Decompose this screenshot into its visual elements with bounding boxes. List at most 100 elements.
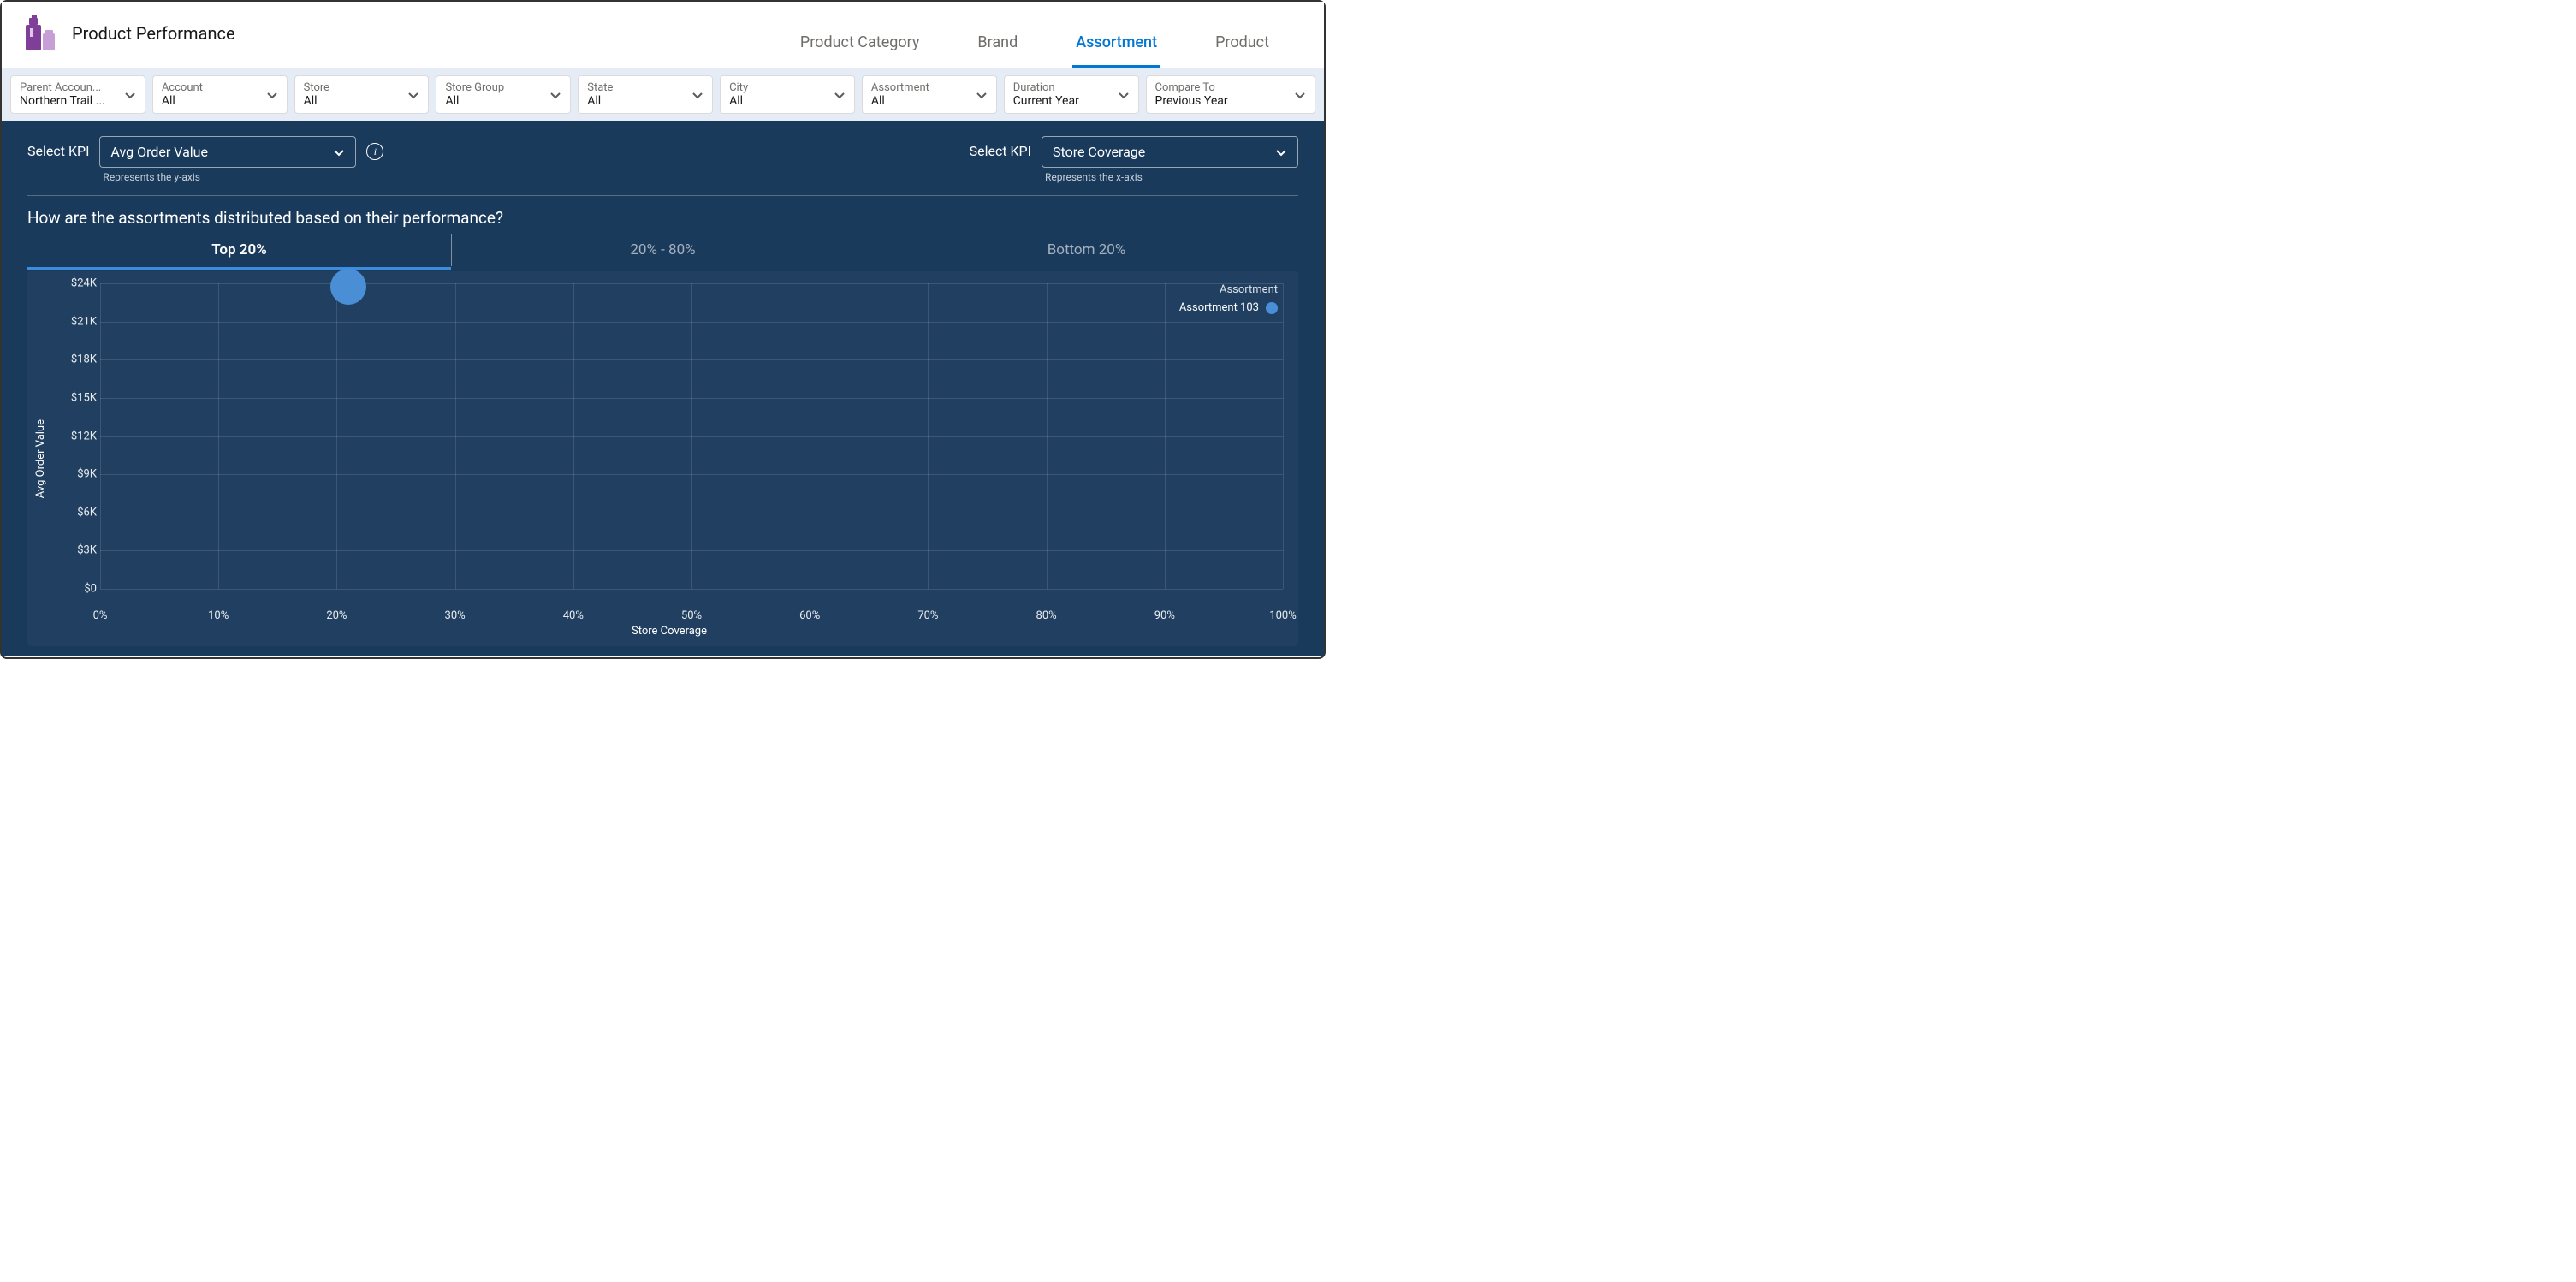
- filter-label: Parent Accoun...: [20, 81, 105, 94]
- gridline-h: [100, 589, 1283, 590]
- product-performance-icon: [19, 13, 60, 54]
- filter-parent-accoun-[interactable]: Parent Accoun...Northern Trail ...: [10, 75, 145, 114]
- x-tick: 40%: [563, 606, 584, 622]
- filter-label: City: [729, 81, 748, 94]
- chevron-down-icon: [333, 146, 345, 158]
- kpi-y-select[interactable]: Avg Order Value: [99, 136, 356, 168]
- kpi-x-value: Store Coverage: [1053, 144, 1145, 160]
- chevron-down-icon: [1294, 89, 1306, 101]
- gridline-v: [336, 283, 337, 589]
- kpi-x-hint: Represents the x-axis: [1042, 171, 1298, 183]
- chevron-down-icon: [1118, 89, 1130, 101]
- filter-assortment[interactable]: AssortmentAll: [862, 75, 997, 114]
- chevron-down-icon: [407, 89, 419, 101]
- filter-label: State: [587, 81, 613, 94]
- chevron-down-icon: [691, 89, 703, 101]
- gridline-v: [1283, 283, 1284, 589]
- x-tick: 30%: [445, 606, 466, 622]
- x-tick: 0%: [93, 606, 108, 622]
- legend-item: Assortment 103: [1179, 301, 1278, 314]
- dashboard-panel: Select KPI Avg Order Value Represents th…: [2, 121, 1324, 656]
- gridline-v: [1047, 283, 1048, 589]
- y-tick: $24K: [71, 277, 97, 290]
- chart-tab-20-80-[interactable]: 20% - 80%: [451, 233, 875, 270]
- tab-brand[interactable]: Brand: [974, 25, 1021, 68]
- filter-store[interactable]: StoreAll: [294, 75, 430, 114]
- x-axis-label: Store Coverage: [49, 606, 1290, 641]
- gridline-v: [928, 283, 929, 589]
- filter-value: All: [304, 94, 329, 108]
- chart-question: How are the assortments distributed base…: [27, 208, 1298, 228]
- filter-label: Duration: [1013, 81, 1079, 94]
- gridline-v: [1165, 283, 1166, 589]
- kpi-y-hint: Represents the y-axis: [99, 171, 356, 183]
- filter-compare-to[interactable]: Compare ToPrevious Year: [1146, 75, 1316, 114]
- filter-store-group[interactable]: Store GroupAll: [436, 75, 571, 114]
- y-tick: $15K: [71, 391, 97, 404]
- kpi-y-value: Avg Order Value: [110, 144, 208, 160]
- y-tick: $6K: [77, 506, 97, 519]
- header: Product Performance Product Category Bran…: [2, 2, 1324, 68]
- y-tick: $9K: [77, 468, 97, 481]
- distribution-tabs: Top 20%20% - 80%Bottom 20%: [27, 233, 1298, 270]
- gridline-v: [455, 283, 456, 589]
- filter-label: Compare To: [1155, 81, 1228, 94]
- filter-value: Northern Trail ...: [20, 94, 105, 108]
- y-tick: $18K: [71, 353, 97, 366]
- chevron-down-icon: [1275, 146, 1287, 158]
- filter-state[interactable]: StateAll: [578, 75, 713, 114]
- x-tick: 100%: [1269, 606, 1296, 622]
- chevron-down-icon: [266, 89, 278, 101]
- filter-value: All: [445, 94, 504, 108]
- gridline-v: [100, 283, 101, 589]
- filter-value: Previous Year: [1155, 94, 1228, 108]
- chevron-down-icon: [834, 89, 846, 101]
- filter-label: Account: [162, 81, 203, 94]
- chart-legend: Assortment Assortment 103: [1179, 283, 1278, 314]
- filter-account[interactable]: AccountAll: [152, 75, 288, 114]
- tab-assortment[interactable]: Assortment: [1072, 25, 1160, 68]
- y-axis-label: Avg Order Value: [33, 419, 49, 498]
- gridline-v: [218, 283, 219, 589]
- chevron-down-icon: [124, 89, 136, 101]
- chevron-down-icon: [976, 89, 988, 101]
- x-tick: 50%: [681, 606, 702, 622]
- x-tick: 90%: [1154, 606, 1175, 622]
- filter-label: Store: [304, 81, 329, 94]
- filter-value: All: [729, 94, 748, 108]
- filter-value: Current Year: [1013, 94, 1079, 108]
- x-tick: 10%: [208, 606, 229, 622]
- page-title: Product Performance: [72, 23, 235, 44]
- legend-title: Assortment: [1179, 283, 1278, 296]
- filter-value: All: [587, 94, 613, 108]
- scatter-plot: Assortment Assortment 103 $0 $3K $6K $9K $12…: [49, 276, 1290, 606]
- info-icon[interactable]: i: [366, 143, 383, 160]
- chart-tab-bottom-20-[interactable]: Bottom 20%: [875, 233, 1298, 270]
- filter-value: All: [162, 94, 203, 108]
- chevron-down-icon: [549, 89, 561, 101]
- gridline-v: [691, 283, 692, 589]
- chart-container: Avg Order Value Assortment Assortment 10…: [27, 271, 1298, 646]
- kpi-x-label: Select KPI: [970, 136, 1031, 159]
- y-tick: $21K: [71, 315, 97, 328]
- filter-duration[interactable]: DurationCurrent Year: [1004, 75, 1139, 114]
- tab-product[interactable]: Product: [1212, 25, 1273, 68]
- x-tick: 20%: [326, 606, 347, 622]
- main-tabs: Product Category Brand Assortment Product: [797, 25, 1307, 68]
- kpi-x-select[interactable]: Store Coverage: [1042, 136, 1298, 168]
- y-tick: $3K: [77, 544, 97, 557]
- filter-label: Store Group: [445, 81, 504, 94]
- kpi-y-label: Select KPI: [27, 136, 89, 159]
- x-tick: 80%: [1036, 606, 1057, 622]
- tab-product-category[interactable]: Product Category: [797, 25, 923, 68]
- gridline-v: [573, 283, 574, 589]
- filter-city[interactable]: CityAll: [720, 75, 855, 114]
- data-point[interactable]: [330, 269, 366, 305]
- y-tick: $12K: [71, 430, 97, 442]
- y-tick: $0: [84, 583, 97, 596]
- filter-value: All: [871, 94, 929, 108]
- filter-label: Assortment: [871, 81, 929, 94]
- x-tick: 60%: [799, 606, 820, 622]
- filter-bar: Parent Accoun...Northern Trail ...Accoun…: [2, 68, 1324, 121]
- chart-tab-top-20-[interactable]: Top 20%: [27, 233, 451, 270]
